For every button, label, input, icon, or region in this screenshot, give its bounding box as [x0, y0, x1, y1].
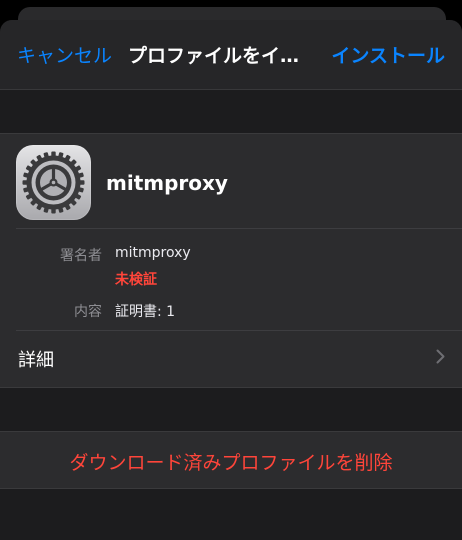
verification-status: 未検証: [115, 272, 157, 288]
profile-name: mitmproxy: [106, 171, 228, 195]
navigation-bar: キャンセル プロファイルをイ… インストール: [0, 20, 462, 90]
page-title: プロファイルをイ…: [128, 45, 300, 67]
divider: [16, 228, 462, 229]
delete-profile-button[interactable]: ダウンロード済みプロファイルを削除: [0, 431, 462, 489]
more-details-label: 詳細: [18, 350, 54, 371]
signed-by-value: mitmproxy: [115, 245, 191, 261]
chevron-right-icon: [436, 349, 445, 364]
more-details-row[interactable]: 詳細: [0, 330, 462, 386]
profile-info-group: mitmproxy 署名者 mitmproxy 未検証 内容 証明書: 1 詳細: [0, 133, 462, 388]
signed-by-label: 署名者: [60, 248, 102, 264]
install-button[interactable]: インストール: [331, 41, 445, 68]
delete-profile-label: ダウンロード済みプロファイルを削除: [69, 452, 393, 474]
settings-gear-icon: [16, 145, 91, 220]
contains-value: 証明書: 1: [115, 304, 176, 320]
contains-label: 内容: [74, 304, 102, 320]
install-profile-sheet: キャンセル プロファイルをイ… インストール mitmproxy 署名者 mit…: [0, 20, 462, 540]
cancel-button[interactable]: キャンセル: [17, 41, 112, 68]
